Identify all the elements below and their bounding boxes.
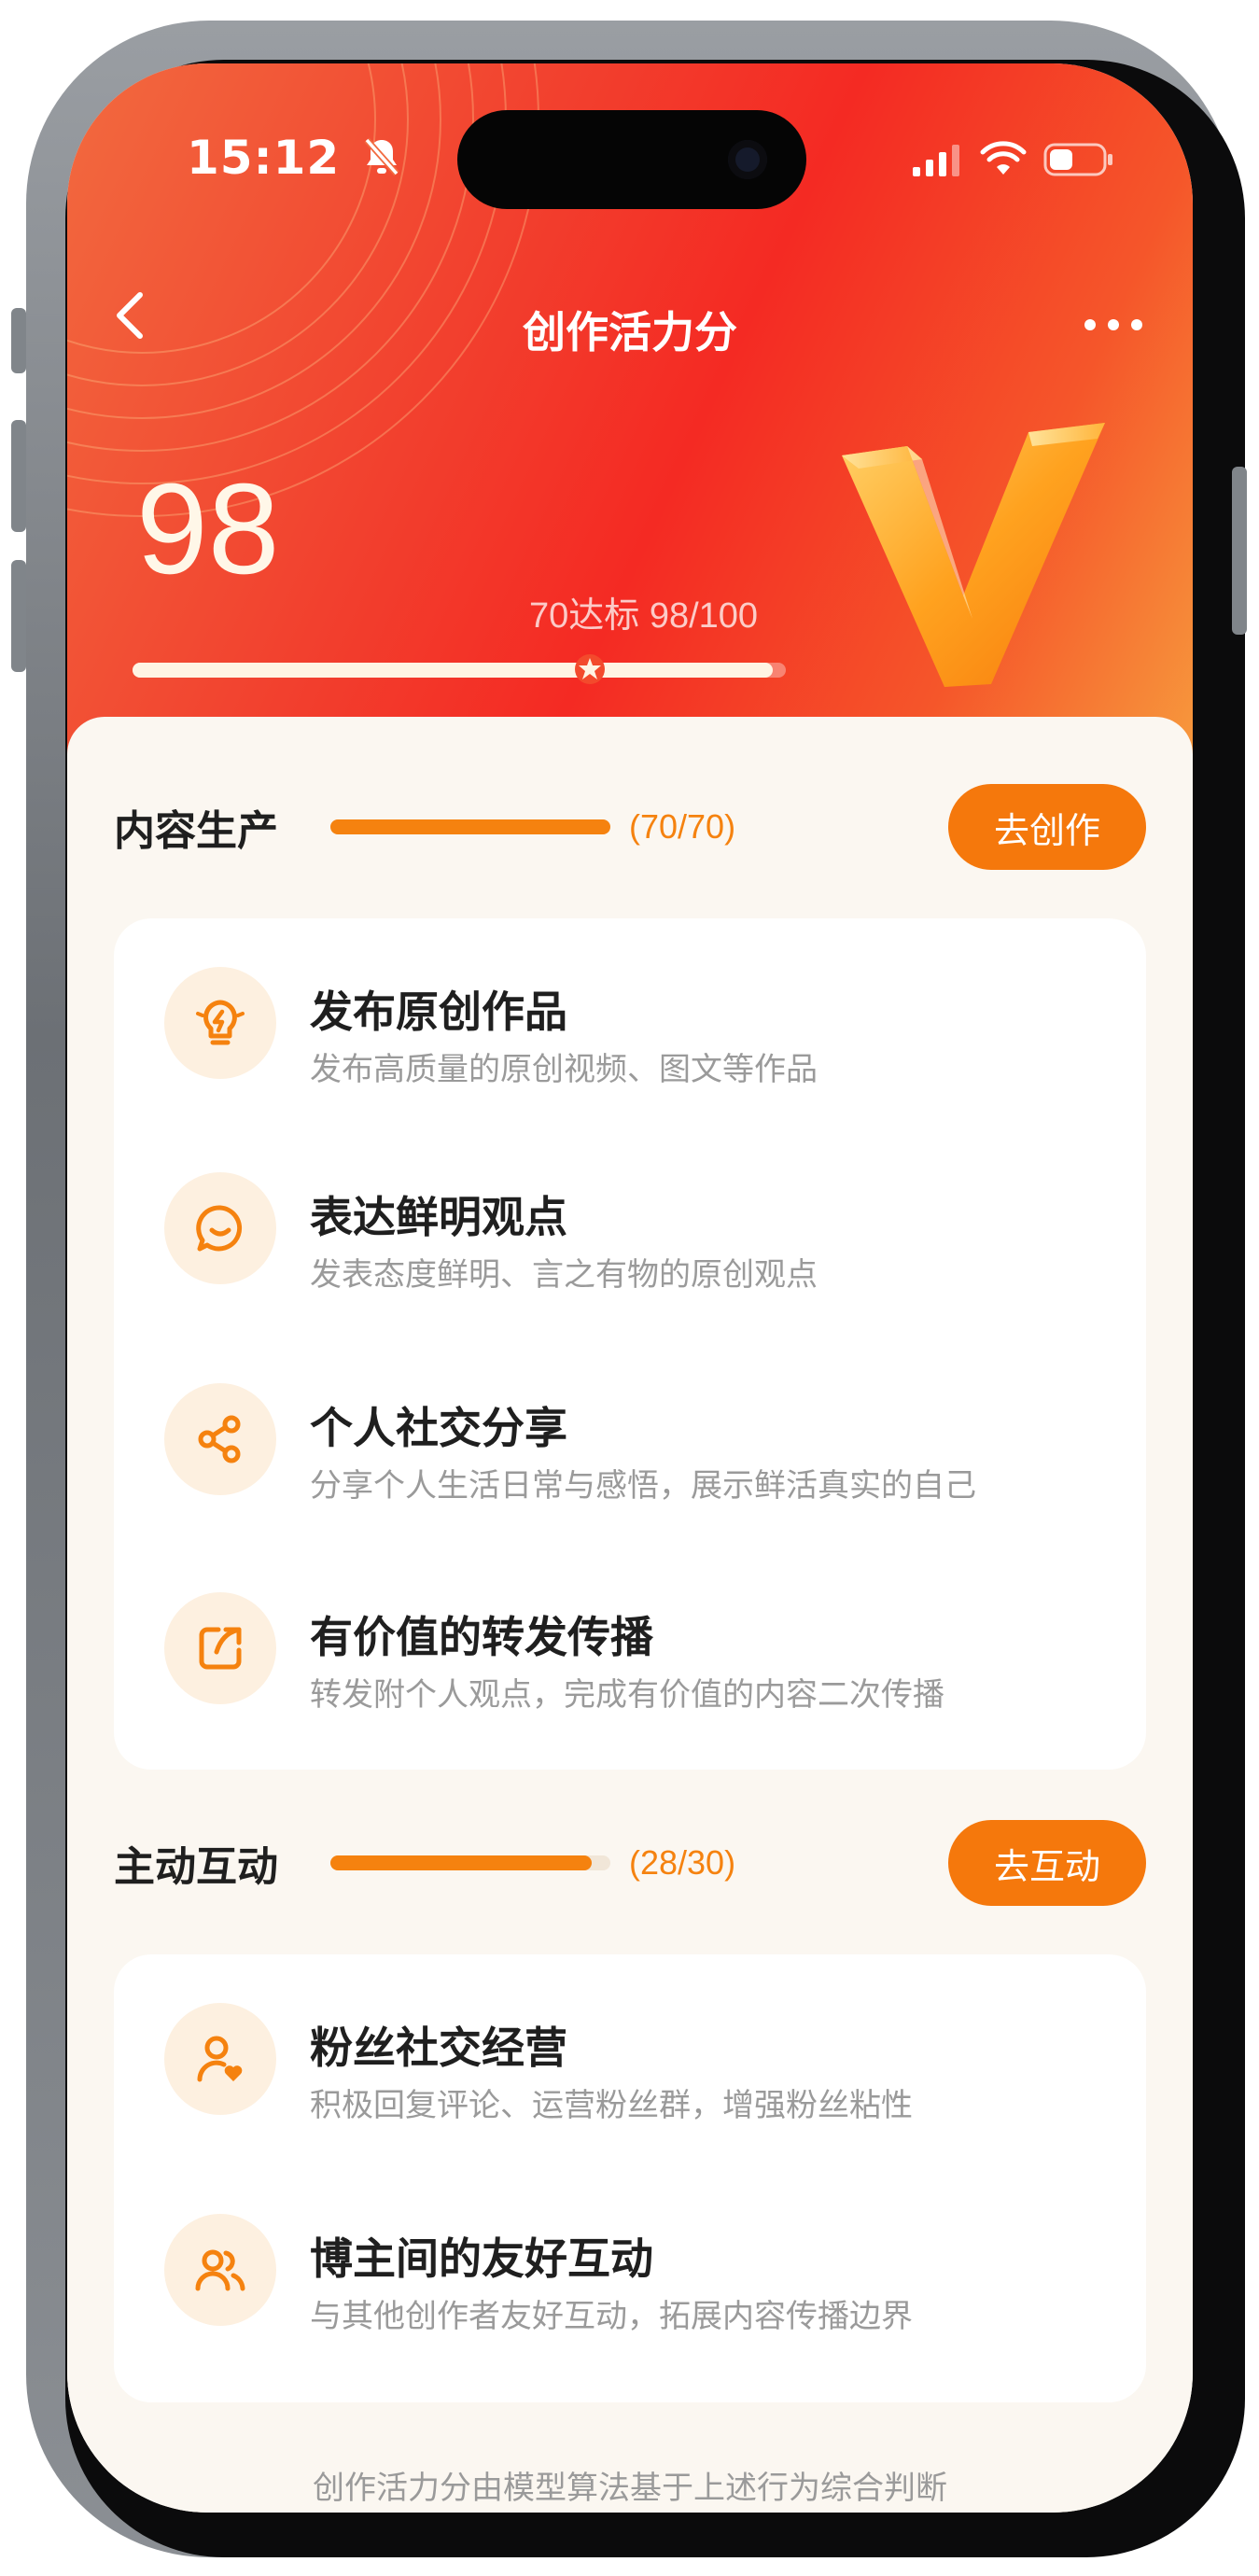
more-button[interactable] (1071, 297, 1155, 353)
content-production-card: 发布原创作品 发布高质量的原创视频、图文等作品 表达鲜明观点 发表态度鲜明、言之… (114, 918, 1146, 1770)
item-desc: 发表态度鲜明、言之有物的原创观点 (310, 1256, 818, 1294)
signal-icon (913, 145, 959, 176)
item-title: 有价值的转发传播 (310, 1612, 653, 1662)
section-count: (70/70) (629, 807, 736, 846)
go-create-button[interactable]: 去创作 (948, 784, 1146, 870)
forward-icon (164, 1592, 276, 1704)
footer-note: 创作活力分由模型算法基于上述行为综合判断 (313, 2470, 947, 2507)
item-title: 个人社交分享 (310, 1403, 567, 1453)
list-item[interactable]: 博主间的友好互动 与其他创作者友好互动，拓展内容传播边界 (114, 2171, 1146, 2358)
hero-header: 15:12 创作活力分 98 70达标 98/100 (67, 63, 1193, 773)
user-heart-icon (164, 2003, 276, 2115)
item-title: 表达鲜明观点 (310, 1192, 567, 1242)
front-camera (728, 140, 767, 179)
item-title: 博主间的友好互动 (310, 2233, 653, 2284)
item-desc: 转发附个人观点，完成有价值的内容二次传播 (310, 1676, 944, 1714)
status-icons (911, 136, 1114, 183)
status-time: 15:12 (187, 131, 400, 189)
wifi-icon (980, 141, 1027, 175)
active-interaction-card: 粉丝社交经营 积极回复评论、运营粉丝群，增强粉丝粘性 博主间的友好互动 与其他创… (114, 1954, 1146, 2402)
score-progress-track (133, 663, 786, 678)
app-screen: 15:12 创作活力分 98 70达标 98/100 内容生产 (70/70) … (67, 63, 1193, 2513)
bell-muted-icon (363, 134, 400, 189)
section-active-interaction: 主动互动 (28/30) 去互动 (114, 1818, 1146, 1908)
item-title: 粉丝社交经营 (310, 2023, 567, 2073)
list-item[interactable]: 有价值的转发传播 转发附个人观点，完成有价值的内容二次传播 (114, 1549, 1146, 1736)
battery-icon (1043, 143, 1112, 176)
users-icon (164, 2214, 276, 2326)
item-desc: 分享个人生活日常与感悟，展示鲜活真实的自己 (310, 1467, 976, 1505)
list-item[interactable]: 个人社交分享 分享个人生活日常与感悟，展示鲜活真实的自己 (114, 1340, 1146, 1527)
side-button-left-3 (11, 560, 26, 672)
list-item[interactable]: 发布原创作品 发布高质量的原创视频、图文等作品 (114, 924, 1146, 1111)
score-target-text: 70达标 98/100 (529, 596, 759, 636)
section-progress-fill (330, 819, 610, 834)
item-desc: 与其他创作者友好互动，拓展内容传播边界 (310, 2298, 913, 2335)
list-item[interactable]: 粉丝社交经营 积极回复评论、运营粉丝群，增强粉丝粘性 (114, 1960, 1146, 2147)
score-value: 98 (136, 457, 280, 601)
section-progress-track (330, 1855, 610, 1870)
v-badge-icon (842, 423, 1105, 687)
status-time-text: 15:12 (187, 131, 341, 185)
go-interact-button[interactable]: 去互动 (948, 1820, 1146, 1906)
speech-bubble-icon (164, 1172, 276, 1284)
section-title: 主动互动 (114, 1843, 278, 1891)
score-progress-fill (133, 663, 773, 678)
section-progress-track (330, 819, 610, 834)
item-desc: 发布高质量的原创视频、图文等作品 (310, 1051, 818, 1088)
section-count: (28/30) (629, 1843, 736, 1882)
list-item[interactable]: 表达鲜明观点 发表态度鲜明、言之有物的原创观点 (114, 1129, 1146, 1316)
section-content-production: 内容生产 (70/70) 去创作 (114, 782, 1146, 872)
share-icon (164, 1383, 276, 1495)
more-dots-icon (1084, 319, 1142, 330)
side-button-left-1 (11, 308, 26, 373)
page-title: 创作活力分 (523, 307, 737, 357)
item-desc: 积极回复评论、运营粉丝群，增强粉丝粘性 (310, 2087, 913, 2124)
side-button-left-2 (11, 420, 26, 532)
content-sheet: 内容生产 (70/70) 去创作 发布原创作品 发布高质量的原创视频、图文等作品… (67, 717, 1193, 2513)
section-title: 内容生产 (114, 807, 278, 855)
lightbulb-icon (164, 967, 276, 1079)
item-title: 发布原创作品 (310, 987, 567, 1037)
side-button-right (1232, 467, 1247, 635)
target-star-icon (575, 654, 605, 684)
section-progress-fill (330, 1855, 592, 1870)
